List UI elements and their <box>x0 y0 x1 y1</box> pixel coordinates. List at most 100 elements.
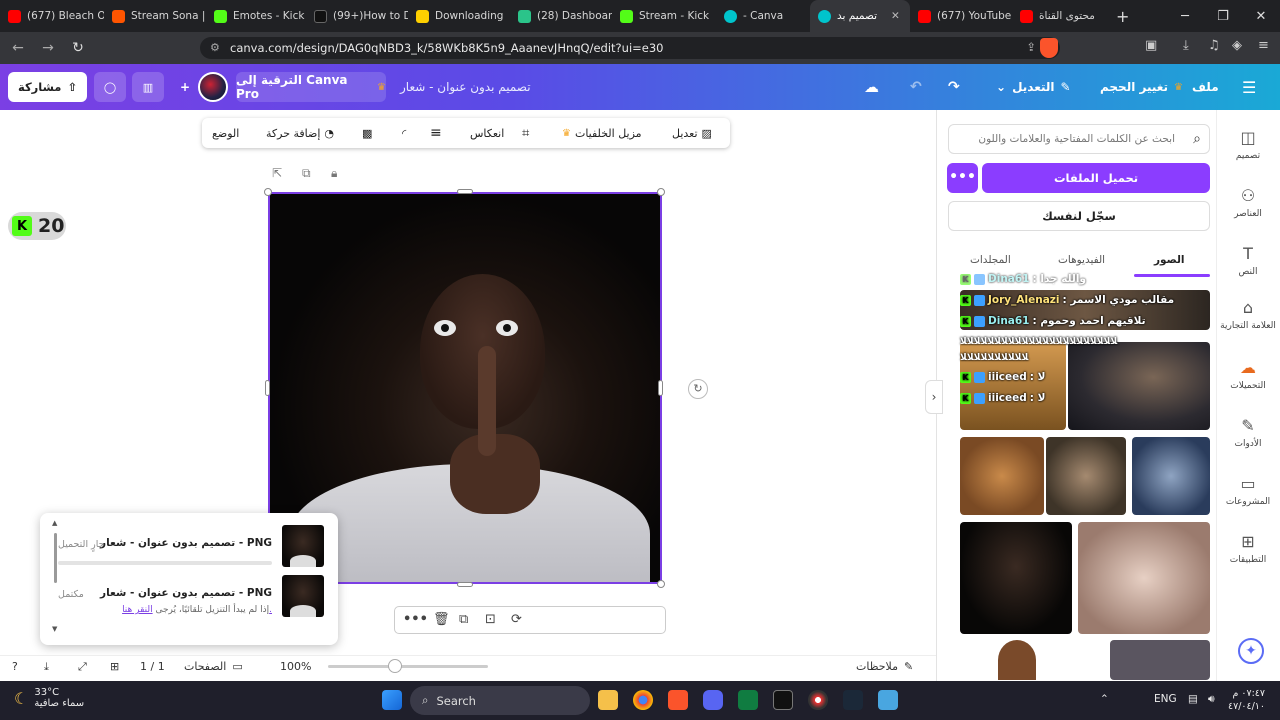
share-page-icon[interactable]: ⇪ <box>1026 40 1036 54</box>
tab-videos[interactable]: الفيديوهات <box>1058 254 1105 266</box>
search-input[interactable]: ابحث عن الكلمات المفتاحية والعلامات والل… <box>948 124 1210 154</box>
rail-item-projects[interactable]: ▭ المشروعات <box>1216 474 1280 507</box>
uploaded-image[interactable] <box>1078 522 1210 634</box>
browser-tab[interactable]: (677) YouTube <box>910 0 1012 32</box>
flip-button[interactable]: انعكاس <box>470 118 504 148</box>
brave-icon[interactable] <box>668 690 688 710</box>
lock-icon[interactable]: ⊡ <box>485 612 496 627</box>
browser-tab[interactable]: محتوى القناة <box>1012 0 1106 32</box>
tray-chevron-icon[interactable]: ⌃ <box>1100 693 1109 705</box>
border-style-icon[interactable]: ≡ <box>430 118 442 148</box>
rail-item-design[interactable]: ◫ تصميم <box>1216 128 1280 161</box>
bg-remover-button[interactable]: ♛ مزيل الخلفيات <box>562 118 642 148</box>
tab-folders[interactable]: المجلدات <box>970 254 1011 266</box>
uploaded-image[interactable] <box>960 290 1210 330</box>
insights-button[interactable]: ▥ <box>132 72 164 102</box>
browser-tab[interactable]: Emotes - Kick <box>206 0 306 32</box>
undo-icon[interactable]: ↶ <box>910 64 922 110</box>
position-button[interactable]: الوضع <box>212 118 239 148</box>
zoom-slider-handle[interactable] <box>388 659 402 673</box>
back-icon[interactable]: ← <box>6 40 30 56</box>
crop-icon[interactable]: ⌗ <box>522 118 529 148</box>
delete-icon[interactable]: 🗑︎ <box>433 612 450 627</box>
brave-shield-icon[interactable] <box>1040 38 1058 58</box>
lock-icon[interactable]: 🔒︎ <box>331 166 337 181</box>
comment-button[interactable]: ◯ <box>94 72 126 102</box>
add-comment-icon[interactable]: ⟳ <box>511 612 522 627</box>
close-window-icon[interactable]: ✕ <box>1242 9 1280 24</box>
duplicate-page-icon[interactable]: ⧉ <box>302 166 311 181</box>
side-handle[interactable] <box>457 189 473 194</box>
resize-button[interactable]: تغيير الحجم ♛ <box>1100 64 1183 110</box>
hide-pages-icon[interactable]: ⤓ <box>44 660 49 674</box>
uploaded-image[interactable] <box>1110 640 1210 680</box>
more-options-icon[interactable]: ••• <box>403 612 428 627</box>
corner-rounding-icon[interactable]: ◜ <box>402 118 406 148</box>
discord-icon[interactable] <box>703 690 723 710</box>
browser-tab[interactable]: Downloading <box>408 0 510 32</box>
redo-icon[interactable]: ↷ <box>948 64 960 110</box>
file-explorer-icon[interactable] <box>598 690 618 710</box>
browser-tab[interactable]: (677) Bleach O <box>0 0 104 32</box>
download-icon[interactable]: ⤓ <box>1183 38 1189 53</box>
animate-button[interactable]: إضافة حركة ◔ <box>266 118 334 148</box>
help-icon[interactable]: ? <box>12 660 18 673</box>
cloud-saved-icon[interactable]: ☁ <box>864 64 879 110</box>
rotate-icon[interactable]: ↻ <box>688 379 708 399</box>
upgrade-pro-button[interactable]: الترقية إلى Canva Pro ♛ <box>236 72 386 102</box>
duplicate-icon[interactable]: ⧉ <box>459 612 468 627</box>
browser-tab-active[interactable]: تصميم بد ✕ <box>810 0 910 32</box>
side-handle[interactable] <box>265 380 270 396</box>
uploaded-image[interactable] <box>960 437 1044 515</box>
browser-tab[interactable]: (28) Dashboar <box>510 0 612 32</box>
record-yourself-button[interactable]: سجّل لنفسك <box>948 201 1210 231</box>
notes-button[interactable]: ملاحظات ✎ <box>856 660 913 673</box>
tab-images[interactable]: الصور <box>1154 254 1185 266</box>
add-collaborator-icon[interactable]: + <box>180 64 190 110</box>
language-indicator[interactable]: ENG <box>1154 693 1177 705</box>
edit-mode-button[interactable]: ⌄ التعديل ✎ <box>996 64 1071 110</box>
resize-handle[interactable] <box>657 580 665 588</box>
browser-tab[interactable]: Stream Sona | <box>104 0 206 32</box>
excel-icon[interactable] <box>738 690 758 710</box>
upload-files-button[interactable]: تحميل الملفات <box>982 163 1210 193</box>
add-page-icon[interactable]: ⇱ <box>272 166 282 180</box>
rail-item-elements[interactable]: ⚇ العناصر <box>1216 186 1280 219</box>
design-title[interactable]: تصميم بدون عنوان - شعار <box>400 64 531 110</box>
resize-handle[interactable] <box>264 188 272 196</box>
obs-icon[interactable] <box>808 690 828 710</box>
rail-item-uploads[interactable]: ☁ التحميلات <box>1216 358 1280 391</box>
taskbar-search[interactable]: ⌕ Search <box>410 686 590 715</box>
side-handle[interactable] <box>457 582 473 587</box>
share-button[interactable]: مشاركة ⇧ <box>8 72 88 102</box>
rail-item-text[interactable]: T النص <box>1216 244 1280 277</box>
download-item[interactable]: PNG - تصميم بدون عنوان - شعار جارٍ التحم… <box>40 525 338 569</box>
avatar[interactable] <box>198 72 228 102</box>
maximize-icon[interactable]: ❐ <box>1204 9 1242 24</box>
uploaded-image[interactable] <box>998 640 1036 680</box>
transparency-icon[interactable]: ▩ <box>362 118 372 148</box>
volume-icon[interactable]: 🔊︎ <box>1208 693 1215 706</box>
rail-item-brand[interactable]: ⌂ العلامة التجارية <box>1216 298 1280 331</box>
edit-image-button[interactable]: تعديل ▨ <box>672 118 712 148</box>
close-tab-icon[interactable]: ✕ <box>891 10 900 22</box>
windows-start-icon[interactable] <box>382 690 402 710</box>
url-field[interactable]: ⚙ canva.com/design/DAG0qNBD3_k/58WKb8K5n… <box>200 37 1060 59</box>
uploaded-image[interactable] <box>1132 437 1210 515</box>
uploaded-image[interactable] <box>1068 342 1210 430</box>
browser-tab[interactable]: - Canva <box>716 0 810 32</box>
browser-tab[interactable]: (99+)How to D <box>306 0 408 32</box>
new-tab-icon[interactable]: + <box>1106 7 1139 26</box>
scroll-down-icon[interactable]: ▼ <box>52 625 57 633</box>
uploaded-image[interactable] <box>1046 437 1126 515</box>
network-icon[interactable]: ▤ <box>1188 693 1198 705</box>
menu-icon[interactable]: ≡ <box>1258 38 1269 53</box>
more-button[interactable]: ••• <box>947 163 978 193</box>
clock[interactable]: ٠٧:٤٧ م ٤٧/٠٤/١٠ <box>1228 687 1265 713</box>
minimize-icon[interactable]: ─ <box>1166 9 1204 24</box>
rail-item-tools[interactable]: ✎ الأدوات <box>1216 416 1280 449</box>
magic-sparkle-icon[interactable]: ✦ <box>1238 638 1264 664</box>
steam-icon[interactable] <box>843 690 863 710</box>
vpn-icon[interactable]: ◈ <box>1232 38 1242 53</box>
collapse-panel-button[interactable]: › <box>925 380 943 414</box>
